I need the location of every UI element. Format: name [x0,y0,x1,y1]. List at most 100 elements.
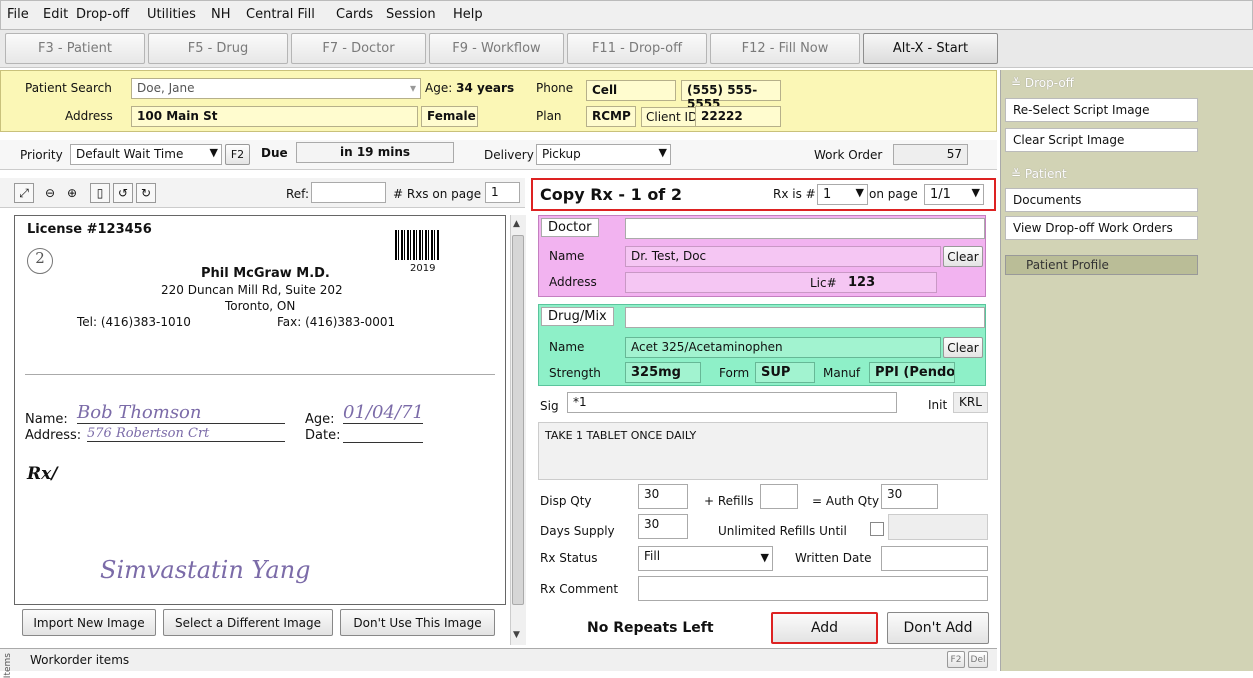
f12-fillnow-button[interactable]: F12 - Fill Now [710,33,860,64]
collapse-icon: ≚ [1011,167,1022,181]
menu-nh[interactable]: NH [211,7,231,22]
select-different-image-button[interactable]: Select a Different Image [163,609,333,636]
fit-page-icon[interactable]: ▯ [90,183,110,203]
dont-use-image-button[interactable]: Don't Use This Image [340,609,495,636]
reselect-script-image-link[interactable]: Re-Select Script Image [1005,98,1198,122]
dropoff-section-title: Drop-off [1024,76,1074,90]
rx-symbol: Rx/ [27,464,58,484]
menu-file[interactable]: File [7,7,29,22]
plan-field[interactable]: RCMP [586,106,636,127]
dont-add-button[interactable]: Don't Add [887,612,989,644]
days-supply-input[interactable]: 30 [638,514,688,539]
drug-search-input[interactable] [625,307,985,328]
sig-input[interactable]: *1 [567,392,897,413]
menu-utilities[interactable]: Utilities [147,7,196,22]
refills-input[interactable] [760,484,798,509]
documents-link[interactable]: Documents [1005,188,1198,212]
form-label: Form [719,366,750,380]
delivery-select[interactable]: Pickup ▼ [536,144,671,165]
menu-edit[interactable]: Edit [43,7,68,22]
rx-comment-input[interactable] [638,576,988,601]
function-key-bar: F3 - Patient F5 - Drug F7 - Doctor F9 - … [0,30,1253,68]
zoom-out-icon[interactable]: ⊖ [40,183,60,203]
address-field[interactable]: 100 Main St [131,106,418,127]
divider [25,374,495,375]
doctor-section-title[interactable]: Doctor [541,218,599,237]
phone-type-field[interactable]: Cell [586,80,676,101]
written-date-input[interactable] [881,546,988,571]
handwritten-name: Bob Thomson [77,402,285,424]
dropoff-section-header[interactable]: ≚ Drop-off [1005,74,1250,92]
f3-patient-button[interactable]: F3 - Patient [5,33,145,64]
workorder-status-bar: Items Workorder items F2 Del [0,648,997,678]
unlimited-refills-checkbox[interactable] [870,522,884,536]
menu-dropoff[interactable]: Drop-off [76,7,129,22]
priority-f2-button[interactable]: F2 [225,144,250,165]
handwritten-signature: Simvastatin Yang [100,556,311,584]
plan-label: Plan [536,109,562,123]
priority-select[interactable]: Default Wait Time ▼ [70,144,222,165]
drug-section-title[interactable]: Drug/Mix [541,307,614,326]
form-field[interactable]: SUP [755,362,815,383]
scroll-thumb[interactable] [512,235,524,605]
phone-number-field[interactable]: (555) 555-5555 [681,80,781,111]
patient-profile-header[interactable]: Patient Profile [1005,255,1198,275]
workorder-f2-button[interactable]: F2 [947,651,965,668]
address-label-script: Address: [25,428,82,443]
rx-number-select[interactable]: 1 ▼ [817,184,868,205]
page-select[interactable]: 1/1 ▼ [924,184,984,205]
doctor-name-field[interactable]: Dr. Test, Doc [625,246,941,267]
auth-qty-input[interactable]: 30 [881,484,938,509]
doctor-search-input[interactable] [625,218,985,239]
handwritten-age: 01/04/71 [343,402,424,424]
menu-cards[interactable]: Cards [336,7,373,22]
chevron-down-icon[interactable]: ▾ [410,81,416,95]
dropdown-arrow-icon: ▼ [209,146,218,159]
f9-workflow-button[interactable]: F9 - Workflow [429,33,564,64]
doctor-address-label: Address [549,275,597,289]
ref-input[interactable] [311,182,386,203]
copy-rx-header: Copy Rx - 1 of 2 Rx is # 1 ▼ on page 1/1 ▼ [531,178,996,211]
doctor-address-field: Lic# 123 [625,272,937,293]
rotate-left-icon[interactable]: ↺ [113,183,133,203]
manuf-field[interactable]: PPI (Pendo [869,362,955,383]
rx-status-select[interactable]: Fill ▼ [638,546,773,571]
drug-clear-button[interactable]: Clear [943,337,983,358]
menu-help[interactable]: Help [453,7,483,22]
init-field: KRL [953,392,988,413]
rotate-right-icon[interactable]: ↻ [136,183,156,203]
menu-session[interactable]: Session [386,7,436,22]
written-date-label: Written Date [795,551,872,565]
clientid-field[interactable]: 22222 [695,106,781,127]
unlimited-refills-label: Unlimited Refills Until [718,524,847,538]
patient-search-input[interactable]: Doe, Jane ▾ [131,78,421,99]
image-scrollbar[interactable]: ▲ ▼ [510,215,526,645]
rxs-on-page-input[interactable]: 1 [485,182,520,203]
date-label-script: Date: [305,428,341,443]
patient-section-header[interactable]: ≚ Patient [1005,165,1250,183]
age-value: 34 years [456,81,515,95]
doctor-clear-button[interactable]: Clear [943,246,983,267]
drug-name-field[interactable]: Acet 325/Acetaminophen [625,337,941,358]
add-button[interactable]: Add [771,612,878,644]
workorder-del-button[interactable]: Del [968,651,988,668]
workorder-field: 57 [893,144,968,165]
f5-drug-button[interactable]: F5 - Drug [148,33,288,64]
no-repeats-text: No Repeats Left [587,620,714,636]
fit-window-icon[interactable]: ⤢ [14,183,34,203]
f11-dropoff-button[interactable]: F11 - Drop-off [567,33,707,64]
view-dropoff-workorders-link[interactable]: View Drop-off Work Orders [1005,216,1198,240]
clear-script-image-link[interactable]: Clear Script Image [1005,128,1198,152]
doctor-tel-text: Tel: (416)383-1010 [77,315,191,329]
f7-doctor-button[interactable]: F7 - Doctor [291,33,426,64]
scroll-up-icon[interactable]: ▲ [513,219,520,229]
altx-start-button[interactable]: Alt-X - Start [863,33,998,64]
dropdown-arrow-icon: ▼ [760,551,769,564]
strength-field[interactable]: 325mg [625,362,701,383]
disp-qty-input[interactable]: 30 [638,484,688,509]
zoom-in-icon[interactable]: ⊕ [62,183,82,203]
gender-field[interactable]: Female [421,106,478,127]
menu-central-fill[interactable]: Central Fill [246,7,315,22]
import-new-image-button[interactable]: Import New Image [22,609,156,636]
scroll-down-icon[interactable]: ▼ [513,630,520,640]
